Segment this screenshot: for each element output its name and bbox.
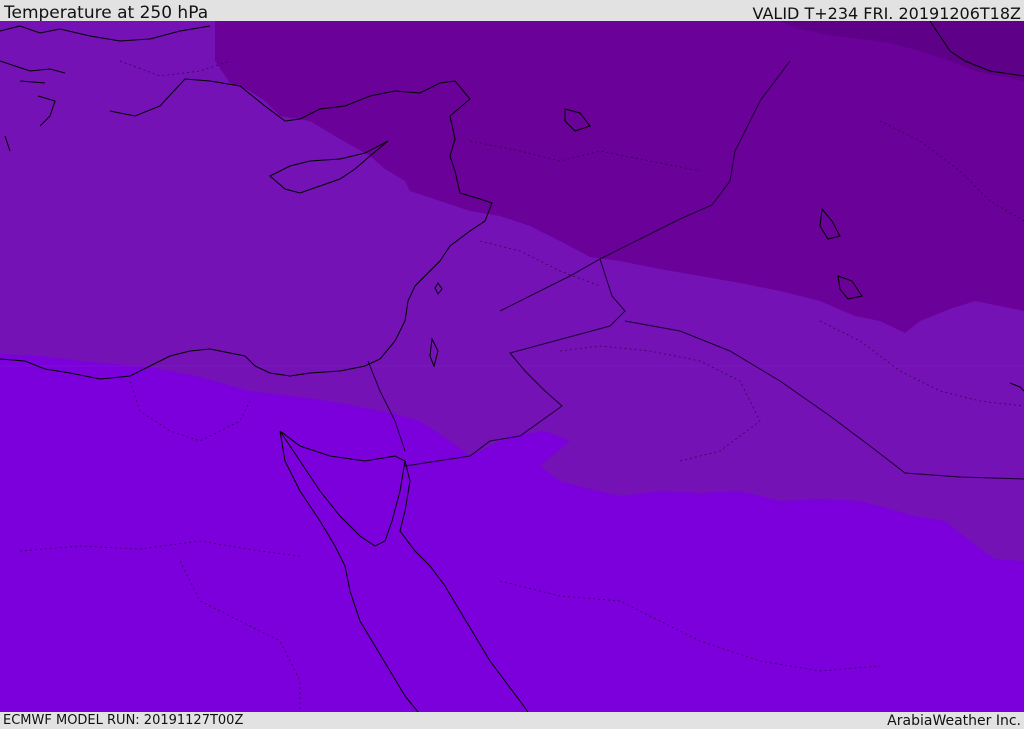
credit-label: ArabiaWeather Inc. bbox=[887, 713, 1021, 729]
footer-bar: ECMWF MODEL RUN: 20191127T00Z ArabiaWeat… bbox=[0, 712, 1024, 729]
weather-map-page: Temperature at 250 hPa VALID T+234 FRI. … bbox=[0, 0, 1024, 729]
map-title: Temperature at 250 hPa bbox=[4, 3, 209, 23]
temperature-map-svg bbox=[0, 21, 1024, 712]
model-run-label: ECMWF MODEL RUN: 20191127T00Z bbox=[3, 713, 244, 728]
header-bar: Temperature at 250 hPa VALID T+234 FRI. … bbox=[0, 0, 1024, 23]
map-canvas[interactable] bbox=[0, 21, 1024, 712]
